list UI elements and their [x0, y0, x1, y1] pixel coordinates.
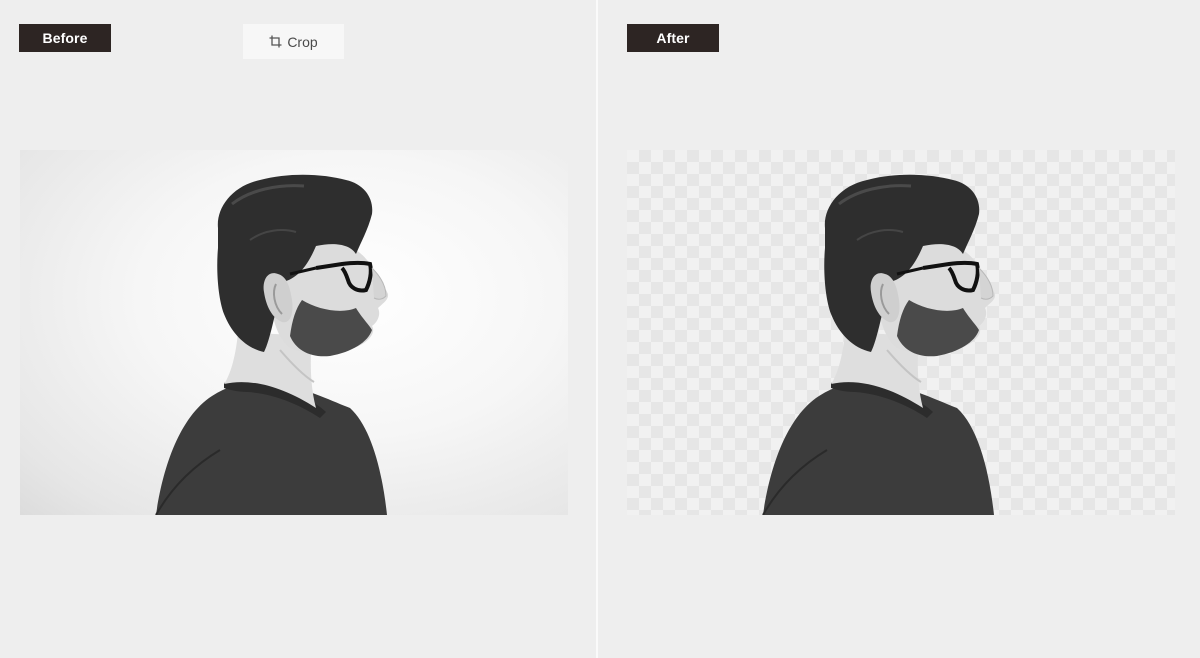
crop-button-label: Crop: [287, 33, 318, 50]
before-label: Before: [19, 24, 111, 52]
crop-icon: [269, 35, 282, 48]
before-image: [20, 150, 568, 515]
before-after-comparison: Before Crop After: [0, 0, 1200, 658]
before-panel: Before Crop: [0, 0, 596, 658]
after-panel: After: [598, 0, 1200, 658]
after-label: After: [627, 24, 719, 52]
crop-button[interactable]: Crop: [243, 24, 344, 59]
person-profile-photo: [155, 174, 389, 515]
person-profile-cutout: [762, 174, 996, 515]
after-image-transparent-background: [627, 150, 1175, 515]
